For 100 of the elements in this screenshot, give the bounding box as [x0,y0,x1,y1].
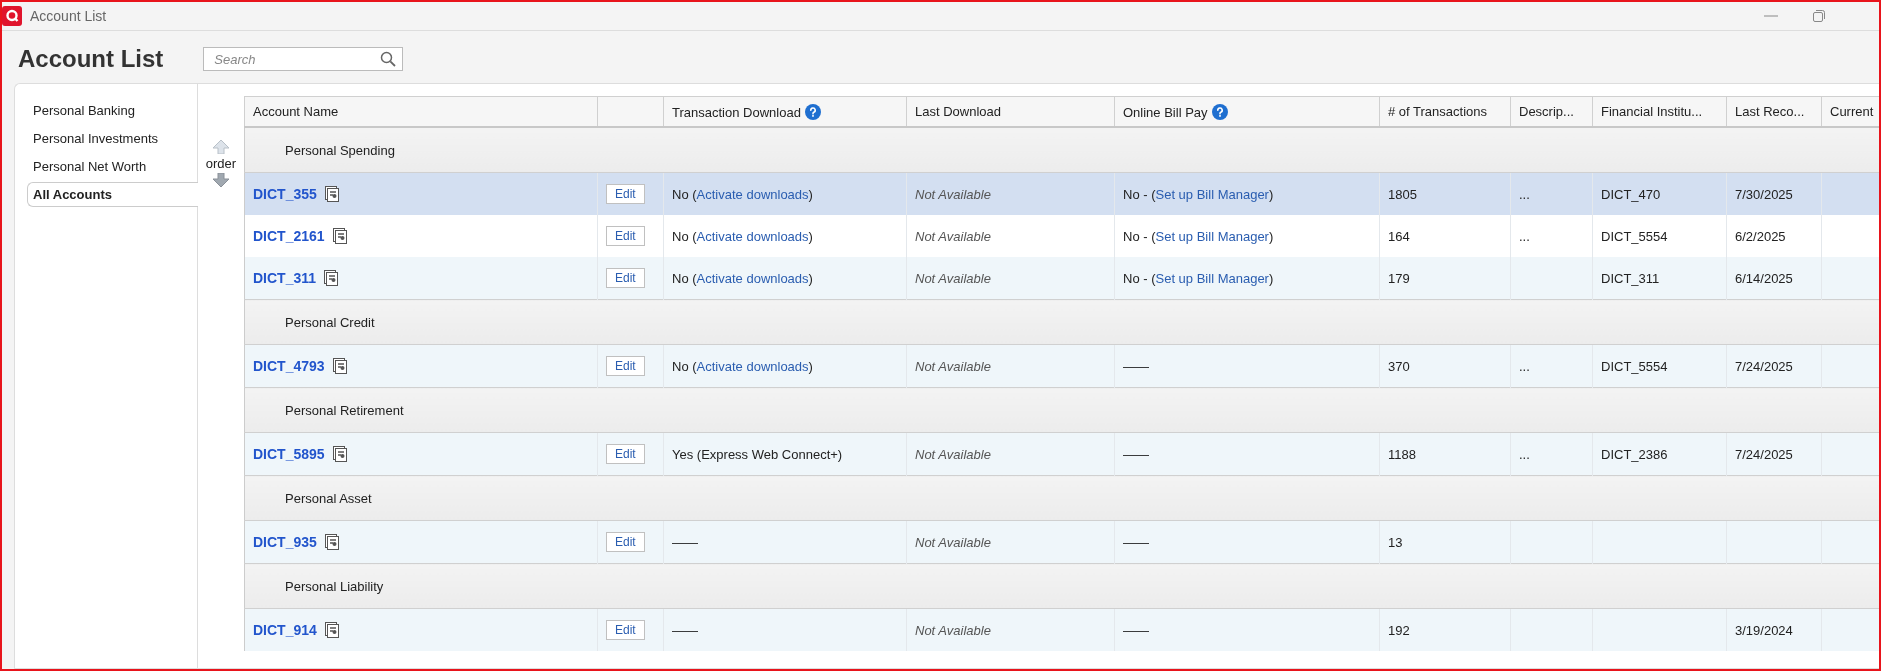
group-header: Personal Asset [244,475,1879,521]
down-arrow-icon[interactable] [213,173,229,187]
search-field[interactable]: Search [203,47,404,71]
account-row[interactable]: DICT_5895 Edit Yes (Express Web Connect+) Not Available —— 1188 ... DICT_2386 7/24/2025 [244,432,1879,476]
edit-button[interactable]: Edit [606,532,645,552]
activate-link[interactable]: Activate downloads [696,358,809,374]
document-icon[interactable] [324,270,339,286]
last-reconciled: 7/24/2025 [1735,358,1793,374]
document-icon[interactable] [324,622,339,638]
last-download: Not Available [915,270,991,286]
document-icon[interactable] [324,186,339,202]
download-status: —— [672,622,698,638]
column-header[interactable]: Descrip... [1510,96,1593,127]
activate-link[interactable]: Activate downloads [696,186,809,202]
account-link[interactable]: DICT_5895 [253,446,325,462]
group-header: Personal Retirement [244,387,1879,433]
edit-button[interactable]: Edit [606,184,645,204]
account-link[interactable]: DICT_914 [253,622,317,638]
help-icon[interactable] [804,103,821,120]
institution: DICT_5554 [1601,358,1668,374]
bill-pay-status: —— [1123,534,1149,550]
sidebar-item[interactable]: All Accounts [27,182,198,207]
column-header[interactable]: Current [1821,96,1879,127]
edit-button[interactable]: Edit [606,226,645,246]
account-row[interactable]: DICT_311 Edit No (Activate downloads) Not Available No - (Set up Bill Manager) 179 DICT_311 6/14/2025 [244,257,1879,300]
download-status: No (Activate downloads) [672,358,813,374]
bill-pay-status: —— [1123,446,1149,462]
activate-link[interactable]: Set up Bill Manager [1155,186,1269,202]
account-link[interactable]: DICT_311 [253,270,317,286]
column-header[interactable]: Transaction Download [663,96,907,127]
edit-button[interactable]: Edit [606,356,645,376]
edit-button[interactable]: Edit [606,620,645,640]
order-label: order [205,156,237,171]
account-row[interactable]: DICT_914 Edit —— Not Available —— 192 3/19/2024 [244,608,1879,651]
last-reconciled: 6/2/2025 [1735,228,1786,244]
last-reconciled: 3/19/2024 [1735,622,1793,638]
restore-icon [1813,10,1825,22]
institution: DICT_2386 [1601,446,1668,462]
group-header: Personal Liability [244,563,1879,609]
search-icon[interactable] [380,51,397,67]
column-header[interactable]: Financial Institu... [1592,96,1727,127]
column-header[interactable]: Online Bill Pay [1114,96,1380,127]
column-header[interactable]: # of Transactions [1379,96,1511,127]
download-status: No (Activate downloads) [672,270,813,286]
description: ... [1519,228,1530,244]
account-row[interactable]: DICT_355 Edit No (Activate downloads) Not Available No - (Set up Bill Manager) 1805 ... DICT_470 7/30/2025 [244,172,1879,215]
download-status: No (Activate downloads) [672,228,813,244]
account-link[interactable]: DICT_935 [253,534,317,550]
transaction-count: 370 [1388,358,1410,374]
column-header[interactable]: Account Name [244,96,598,127]
transaction-count: 1188 [1388,446,1416,462]
last-download: Not Available [915,228,991,244]
activate-link[interactable]: Set up Bill Manager [1155,228,1269,244]
account-row[interactable]: DICT_935 Edit —— Not Available —— 13 [244,520,1879,564]
last-download: Not Available [915,186,991,202]
transaction-count: 192 [1388,622,1410,638]
document-icon[interactable] [332,358,347,374]
last-download: Not Available [915,622,991,638]
transaction-count: 13 [1388,534,1403,550]
account-link[interactable]: DICT_4793 [253,358,325,374]
edit-button[interactable]: Edit [606,444,645,464]
group-header: Personal Spending [244,127,1879,173]
document-icon[interactable] [332,228,347,244]
bill-pay-status: —— [1123,622,1149,638]
edit-button[interactable]: Edit [606,268,645,288]
group-header: Personal Credit [244,299,1879,345]
download-status: No (Activate downloads) [672,186,813,202]
last-download: Not Available [915,534,991,550]
institution: DICT_470 [1601,186,1661,202]
bill-pay-status: No - (Set up Bill Manager) [1123,186,1274,202]
account-row[interactable]: DICT_2161 Edit No (Activate downloads) Not Available No - (Set up Bill Manager) 164 ... DICT_5554 6/2/2025 [244,215,1879,257]
document-icon[interactable] [324,534,339,550]
last-reconciled: 7/24/2025 [1735,446,1793,462]
page-title: Account List [18,45,164,73]
document-icon[interactable] [332,446,347,462]
download-status: Yes (Express Web Connect+) [672,446,843,462]
column-header[interactable]: Last Download [906,96,1115,127]
transaction-count: 1805 [1388,186,1417,202]
last-reconciled: 6/14/2025 [1735,270,1793,286]
activate-link[interactable]: Activate downloads [696,228,809,244]
bill-pay-status: No - (Set up Bill Manager) [1123,270,1274,286]
institution: DICT_5554 [1601,228,1668,244]
activate-link[interactable]: Activate downloads [696,270,809,286]
account-link[interactable]: DICT_355 [253,186,317,202]
transaction-count: 164 [1388,228,1410,244]
help-icon[interactable] [1211,103,1228,120]
last-download: Not Available [915,358,991,374]
bill-pay-status: —— [1123,358,1149,374]
minimize-icon [1764,15,1778,17]
account-link[interactable]: DICT_2161 [253,228,325,244]
account-row[interactable]: DICT_4793 Edit No (Activate downloads) Not Available —— 370 ... DICT_5554 7/24/2025 [244,344,1879,388]
description: ... [1519,358,1530,374]
last-download: Not Available [915,446,991,462]
transaction-count: 179 [1388,270,1410,286]
bill-pay-status: No - (Set up Bill Manager) [1123,228,1274,244]
description: ... [1519,186,1530,202]
activate-link[interactable]: Set up Bill Manager [1155,270,1269,286]
last-reconciled: 7/30/2025 [1735,186,1793,202]
download-status: —— [672,534,698,550]
column-header[interactable]: Last Reco... [1726,96,1822,127]
